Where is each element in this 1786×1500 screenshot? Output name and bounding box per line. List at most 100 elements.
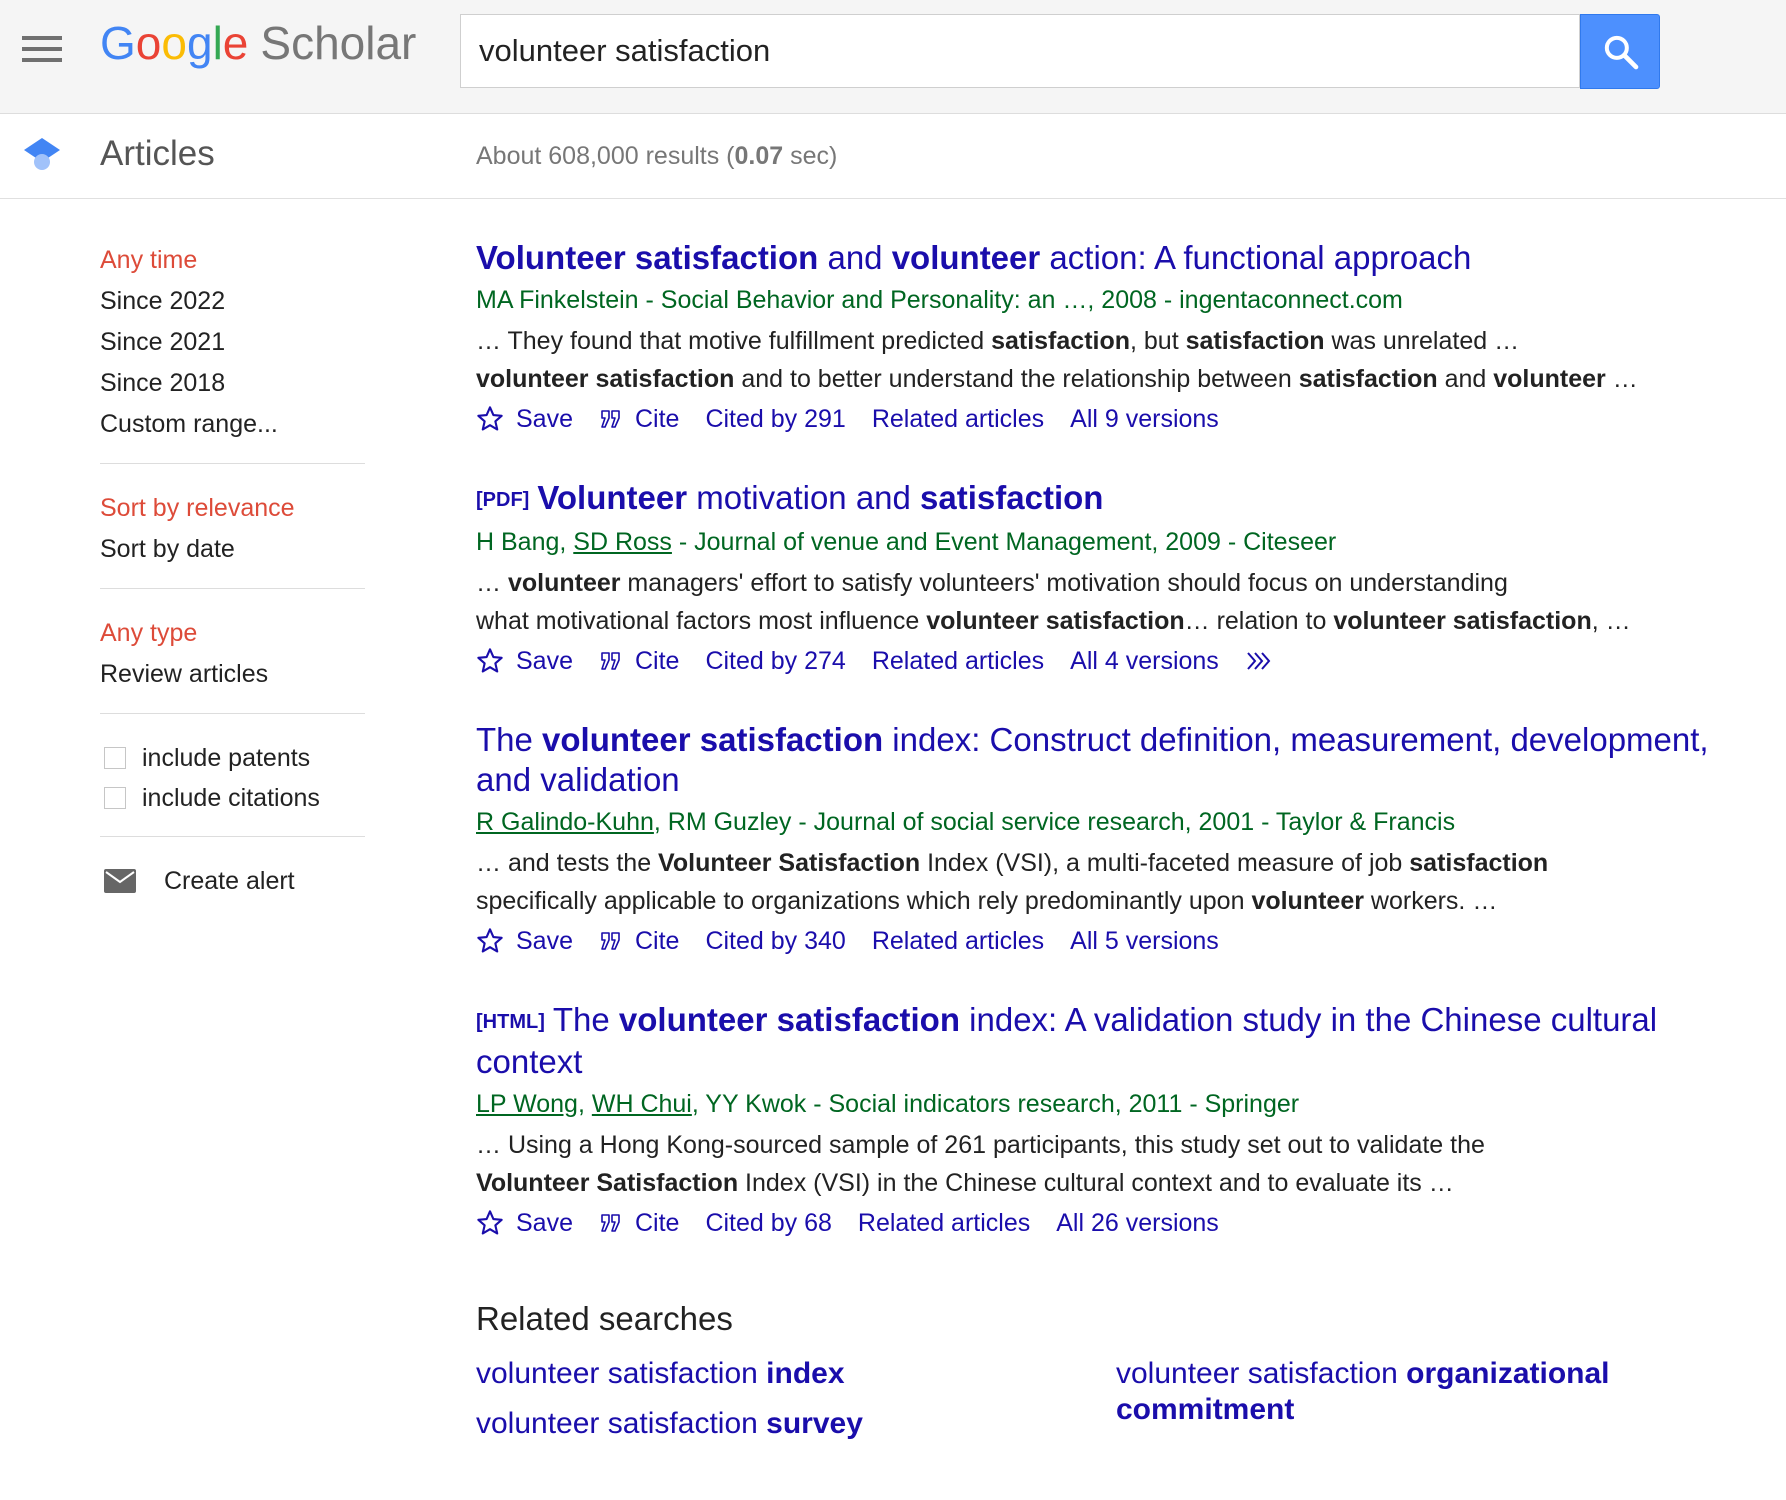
result-title-link[interactable]: Volunteer satisfaction and volunteer act… xyxy=(476,238,1726,278)
title-segment: motivation and xyxy=(687,479,921,516)
related-search-link[interactable]: volunteer satisfaction index xyxy=(476,1356,845,1392)
include-patents-label: include patents xyxy=(142,744,311,772)
result-format-tag[interactable]: [PDF] xyxy=(476,489,529,511)
snippet-segment: specifically applicable to organizations… xyxy=(476,887,1252,915)
title-segment: Volunteer satisfaction xyxy=(476,239,819,276)
cite-button[interactable]: Cite xyxy=(599,642,679,680)
author-link[interactable]: LP Wong xyxy=(476,1090,578,1118)
related-search-segment: index xyxy=(766,1357,845,1390)
all-versions-link[interactable]: All 9 versions xyxy=(1070,400,1219,438)
star-icon xyxy=(477,928,503,953)
include-patents-checkbox[interactable] xyxy=(104,747,126,769)
save-button[interactable]: Save xyxy=(476,1204,573,1242)
cite-button[interactable]: Cite xyxy=(599,400,679,438)
related-search-segment: volunteer satisfaction xyxy=(1116,1357,1407,1390)
logo-letter: l xyxy=(212,17,223,69)
related-search-segment: survey xyxy=(766,1407,863,1440)
all-versions-link[interactable]: All 5 versions xyxy=(1070,922,1219,960)
snippet-segment: and xyxy=(1437,365,1494,393)
author-text: - Journal of venue and Event Management,… xyxy=(671,528,1337,556)
cite-label: Cite xyxy=(634,647,680,675)
snippet-segment: volunteer satisfaction xyxy=(1333,607,1592,635)
filter-since-2018[interactable]: Since 2018 xyxy=(100,363,365,404)
scholar-cap-icon xyxy=(24,138,60,170)
results-stats-time: 0.07 xyxy=(734,142,784,170)
create-alert-button[interactable]: Create alert xyxy=(100,861,365,901)
save-button[interactable]: Save xyxy=(476,642,573,680)
snippet-segment: … They found that motive fulfillment pre… xyxy=(476,327,992,355)
all-versions-link[interactable]: All 4 versions xyxy=(1070,642,1219,680)
result-snippet: … Using a Hong Kong-sourced sample of 26… xyxy=(476,1126,1726,1202)
include-patents-option[interactable]: include patents xyxy=(100,738,365,778)
related-search-link[interactable]: volunteer satisfaction organizational co… xyxy=(1116,1356,1636,1428)
snippet-segment: satisfaction xyxy=(991,327,1131,355)
cited-by-link[interactable]: Cited by 68 xyxy=(705,1204,831,1242)
result-title-link[interactable]: [HTML] The volunteer satisfaction index: … xyxy=(476,1000,1726,1082)
author-text: , xyxy=(577,1090,592,1118)
save-label: Save xyxy=(516,405,573,433)
title-segment: Volunteer xyxy=(537,479,688,516)
google-scholar-logo[interactable]: Google Scholar xyxy=(100,16,416,70)
save-button[interactable]: Save xyxy=(476,400,573,438)
snippet-segment: Volunteer Satisfaction xyxy=(658,849,921,877)
snippet-segment: … Using a Hong Kong-sourced sample of 26… xyxy=(476,1131,1485,1159)
section-label: Articles xyxy=(100,134,215,173)
title-segment: volunteer satisfaction xyxy=(542,721,884,758)
filter-since-2021[interactable]: Since 2021 xyxy=(100,322,365,363)
result-title-link[interactable]: [PDF] Volunteer motivation and satisfacti… xyxy=(476,478,1726,520)
cited-by-link[interactable]: Cited by 291 xyxy=(705,400,845,438)
cite-label: Cite xyxy=(634,927,680,955)
snippet-segment: managers' effort to satisfy volunteers' … xyxy=(620,569,1508,597)
include-citations-checkbox[interactable] xyxy=(104,787,126,809)
related-articles-link[interactable]: Related articles xyxy=(872,922,1044,960)
menu-icon[interactable] xyxy=(22,34,62,64)
all-versions-link[interactable]: All 26 versions xyxy=(1056,1204,1219,1242)
author-text: , YY Kwok - Social indicators research, … xyxy=(691,1090,1300,1118)
search-button[interactable] xyxy=(1580,14,1660,89)
filter-since-2022[interactable]: Since 2022 xyxy=(100,281,365,322)
time-filter-group: Any time Since 2022 Since 2021 Since 201… xyxy=(100,240,365,464)
author-link[interactable]: WH Chui xyxy=(592,1090,692,1118)
related-searches-grid: volunteer satisfaction index volunteer s… xyxy=(476,1356,1726,1476)
filter-custom-range[interactable]: Custom range... xyxy=(100,404,365,445)
result-title-link[interactable]: The volunteer satisfaction index: Constr… xyxy=(476,720,1726,800)
search-result: [HTML] The volunteer satisfaction index: … xyxy=(476,1000,1726,1242)
more-options-button[interactable] xyxy=(1245,649,1285,673)
author-link[interactable]: SD Ross xyxy=(573,528,672,556)
sort-by-date[interactable]: Sort by date xyxy=(100,529,365,570)
result-actions: Save Cite Cited by 68 Related articles All 2… xyxy=(476,1204,1726,1242)
logo-letter: e xyxy=(222,17,249,69)
filter-any-type[interactable]: Any type xyxy=(100,613,365,654)
author-link[interactable]: R Galindo-Kuhn xyxy=(476,808,654,836)
cite-button[interactable]: Cite xyxy=(599,922,679,960)
snippet-line: Volunteer Satisfaction Index (VSI) in th… xyxy=(476,1164,1726,1202)
snippet-segment: , but xyxy=(1130,327,1186,355)
results-list: Volunteer satisfaction and volunteer act… xyxy=(476,238,1726,1476)
related-articles-link[interactable]: Related articles xyxy=(872,400,1044,438)
logo-product-name: Scholar xyxy=(260,17,417,69)
filter-any-time[interactable]: Any time xyxy=(100,240,365,281)
snippet-segment: … and tests the xyxy=(476,849,659,877)
filter-review-articles[interactable]: Review articles xyxy=(100,654,365,695)
result-authors: LP Wong, WH Chui, YY Kwok - Social indic… xyxy=(476,1085,1726,1123)
snippet-segment: workers. … xyxy=(1363,887,1498,915)
include-citations-option[interactable]: include citations xyxy=(100,778,365,818)
snippet-line: … They found that motive fulfillment pre… xyxy=(476,322,1726,360)
type-filter-group: Any type Review articles xyxy=(100,613,365,714)
result-actions: Save Cite Cited by 340 Related articles All … xyxy=(476,922,1726,960)
sort-by-relevance[interactable]: Sort by relevance xyxy=(100,488,365,529)
quote-icon xyxy=(601,932,620,950)
cite-button[interactable]: Cite xyxy=(599,1204,679,1242)
cited-by-link[interactable]: Cited by 340 xyxy=(705,922,845,960)
search-input[interactable] xyxy=(461,15,1571,87)
title-segment: volunteer xyxy=(891,239,1041,276)
save-button[interactable]: Save xyxy=(476,922,573,960)
sort-group: Sort by relevance Sort by date xyxy=(100,488,365,589)
result-format-tag[interactable]: [HTML] xyxy=(476,1011,545,1033)
related-articles-link[interactable]: Related articles xyxy=(858,1204,1030,1242)
snippet-line: what motivational factors most influence… xyxy=(476,602,1726,640)
related-search-link[interactable]: volunteer satisfaction survey xyxy=(476,1406,863,1442)
cite-label: Cite xyxy=(634,1209,680,1237)
cited-by-link[interactable]: Cited by 274 xyxy=(705,642,845,680)
related-articles-link[interactable]: Related articles xyxy=(872,642,1044,680)
